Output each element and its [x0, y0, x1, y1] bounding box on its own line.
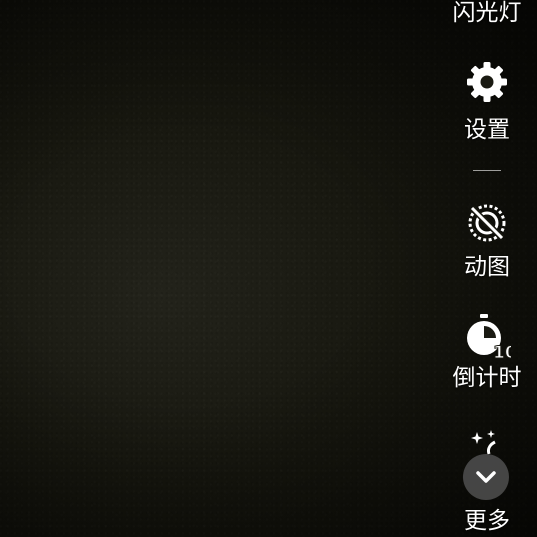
camera-viewfinder[interactable]: 闪光灯 设置 动图 10 倒计时 更多	[0, 0, 537, 537]
timer-10-icon: 10	[467, 314, 511, 362]
motion-photo-option[interactable]: 动图	[437, 201, 537, 281]
timer-label: 倒计时	[452, 365, 522, 391]
more-label: 更多	[464, 508, 510, 534]
more-option[interactable]: 更多	[437, 507, 537, 535]
timer-value: 10	[493, 343, 511, 362]
timer-option[interactable]: 10 倒计时	[437, 312, 537, 392]
motion-photo-label: 动图	[464, 254, 510, 280]
camera-quick-menu: 闪光灯 设置 动图 10 倒计时 更多	[437, 0, 537, 537]
effects-option[interactable]	[437, 428, 537, 456]
settings-option[interactable]: 设置	[437, 60, 537, 144]
sparkle-filter-icon	[471, 430, 496, 455]
motion-photo-off-icon	[468, 204, 506, 242]
gear-icon	[467, 62, 507, 102]
chevron-down-icon	[476, 471, 496, 483]
more-button[interactable]	[463, 454, 509, 500]
flash-label: 闪光灯	[452, 0, 522, 26]
flash-option[interactable]: 闪光灯	[437, 0, 537, 27]
menu-divider	[473, 170, 501, 171]
settings-label: 设置	[464, 117, 510, 143]
